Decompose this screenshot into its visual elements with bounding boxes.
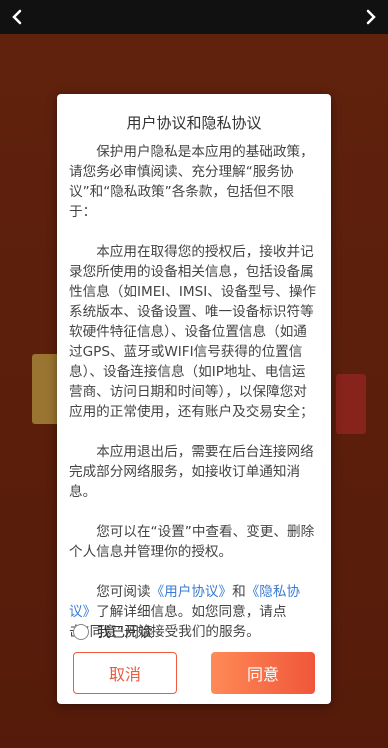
agree-button[interactable]: 同意 [211,652,315,694]
chevron-left-icon [12,9,22,25]
agreements-prefix: 您可阅读 [96,584,151,600]
paragraph-background: 本应用退出后，需要在后台连接网络完成部分网络服务，如接收订单通知消息。 [69,444,314,500]
agreements-and: 和 [232,584,246,600]
back-button[interactable] [0,0,34,34]
cancel-button[interactable]: 取消 [73,652,177,694]
paragraph-intro: 保护用户隐私是本应用的基础政策，请您务必审慎阅读、充分理解“服务协议”和“隐私政… [69,144,314,220]
paragraph-device-info: 本应用在取得您的授权后，接收并记录您所使用的设备相关信息，包括设备属性信息（如I… [69,244,317,420]
dialog-title: 用户协议和隐私协议 [126,114,262,132]
read-agreement-checkbox[interactable]: 我已阅读 [73,622,153,642]
chevron-right-icon [366,9,376,25]
top-toolbar [0,0,388,34]
dialog-content: 保护用户隐私是本应用的基础政策，请您务必审慎阅读、充分理解“服务协议”和“隐私政… [69,142,319,640]
privacy-dialog: 用户协议和隐私协议 保护用户隐私是本应用的基础政策，请您务必审慎阅读、充分理解“… [57,94,331,704]
radio-circle-icon[interactable] [73,624,89,640]
forward-button[interactable] [354,0,388,34]
user-agreement-link[interactable]: 《用户协议》 [151,584,233,600]
read-agreement-label: 我已阅读 [97,625,153,641]
paragraph-settings: 您可以在“设置”中查看、变更、删除个人信息并管理你的授权。 [69,524,315,560]
